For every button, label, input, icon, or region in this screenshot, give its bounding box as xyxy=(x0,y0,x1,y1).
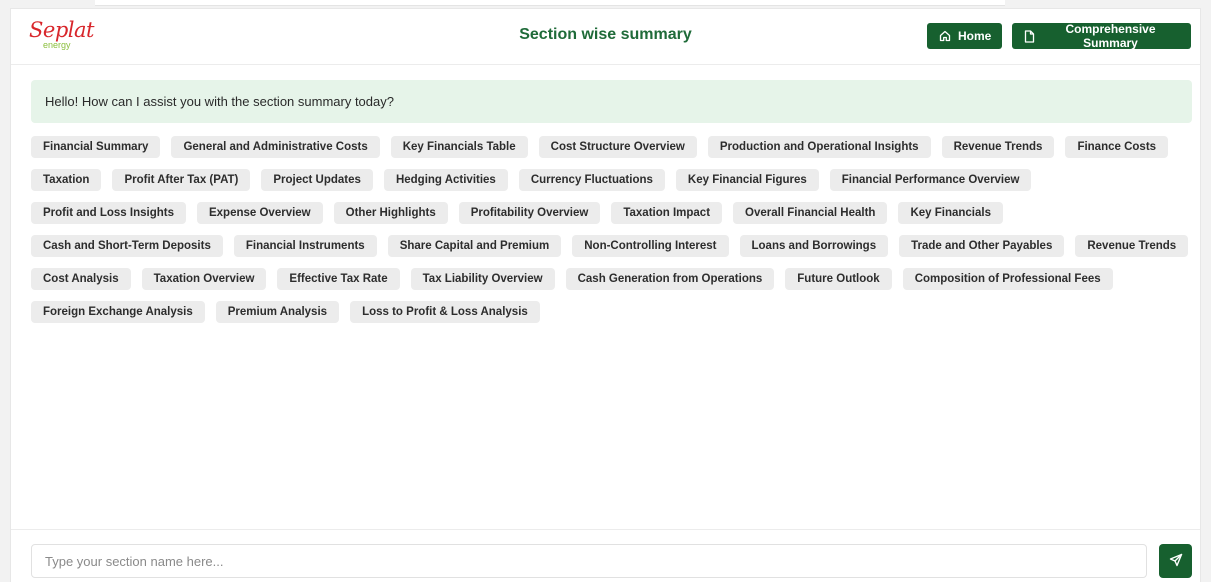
section-chip[interactable]: Production and Operational Insights xyxy=(707,136,931,158)
section-chip[interactable]: Premium Analysis xyxy=(215,301,340,323)
section-chip[interactable]: Other Highlights xyxy=(333,202,448,224)
send-button[interactable] xyxy=(1159,544,1192,578)
section-chip[interactable]: General and Administrative Costs xyxy=(171,136,380,158)
section-chip[interactable]: Project Updates xyxy=(261,169,373,191)
section-chip[interactable]: Cash Generation from Operations xyxy=(565,268,775,290)
section-chip[interactable]: Profit After Tax (PAT) xyxy=(112,169,251,191)
home-button-label: Home xyxy=(958,29,992,43)
home-button[interactable]: Home xyxy=(927,23,1002,49)
comprehensive-summary-button[interactable]: Comprehensive Summary xyxy=(1012,22,1191,50)
top-browser-strip xyxy=(95,0,1005,6)
section-chip[interactable]: Future Outlook xyxy=(785,268,892,290)
section-chip[interactable]: Currency Fluctuations xyxy=(518,169,665,191)
home-icon xyxy=(939,30,951,42)
section-chip[interactable]: Financial Performance Overview xyxy=(829,169,1032,191)
section-chip[interactable]: Financial Summary xyxy=(31,136,161,158)
section-chip[interactable]: Overall Financial Health xyxy=(733,202,888,224)
section-chip[interactable]: Profit and Loss Insights xyxy=(31,202,186,224)
app-window: Seplat energy Section wise summary Home … xyxy=(10,8,1201,582)
section-chip[interactable]: Loans and Borrowings xyxy=(739,235,889,257)
section-chip[interactable]: Revenue Trends xyxy=(941,136,1055,158)
section-name-input[interactable] xyxy=(31,544,1147,578)
comprehensive-summary-label: Comprehensive Summary xyxy=(1065,22,1156,50)
section-chip[interactable]: Cost Analysis xyxy=(31,268,131,290)
section-chip[interactable]: Trade and Other Payables xyxy=(899,235,1065,257)
section-chip[interactable]: Effective Tax Rate xyxy=(277,268,400,290)
assistant-greeting-message: Hello! How can I assist you with the sec… xyxy=(31,80,1192,123)
chat-input-bar xyxy=(11,529,1200,582)
section-chip[interactable]: Loss to Profit & Loss Analysis xyxy=(350,301,540,323)
section-chip[interactable]: Hedging Activities xyxy=(383,169,508,191)
section-chip[interactable]: Share Capital and Premium xyxy=(387,235,562,257)
section-chip[interactable]: Key Financials xyxy=(898,202,1003,224)
section-chip[interactable]: Taxation Overview xyxy=(141,268,267,290)
section-chip[interactable]: Revenue Trends xyxy=(1075,235,1189,257)
send-icon xyxy=(1169,553,1183,570)
section-chip-list: Financial Summary General and Administrat… xyxy=(31,136,1196,323)
section-chip[interactable]: Key Financial Figures xyxy=(675,169,819,191)
section-chip[interactable]: Profitability Overview xyxy=(458,202,601,224)
section-chip[interactable]: Taxation Impact xyxy=(611,202,723,224)
section-chip[interactable]: Tax Liability Overview xyxy=(410,268,555,290)
section-chip[interactable]: Financial Instruments xyxy=(233,235,377,257)
section-chip[interactable]: Expense Overview xyxy=(196,202,323,224)
section-chip[interactable]: Cash and Short-Term Deposits xyxy=(31,235,223,257)
document-icon xyxy=(1024,29,1035,43)
section-chip[interactable]: Taxation xyxy=(31,169,102,191)
section-chip[interactable]: Non-Controlling Interest xyxy=(572,235,729,257)
header: Seplat energy Section wise summary Home … xyxy=(11,9,1200,65)
section-chip[interactable]: Foreign Exchange Analysis xyxy=(31,301,205,323)
section-chip[interactable]: Finance Costs xyxy=(1065,136,1169,158)
section-chip[interactable]: Key Financials Table xyxy=(390,136,528,158)
section-chip[interactable]: Cost Structure Overview xyxy=(538,136,697,158)
section-chip[interactable]: Composition of Professional Fees xyxy=(902,268,1113,290)
